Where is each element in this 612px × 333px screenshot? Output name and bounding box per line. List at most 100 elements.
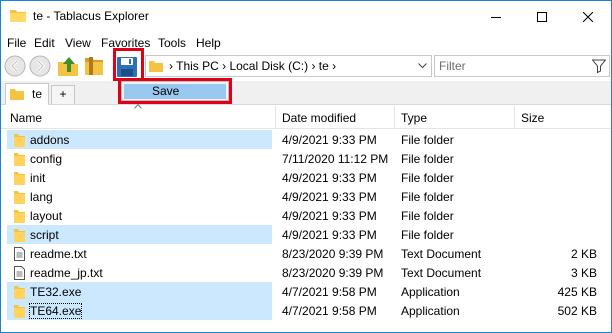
file-date: 4/7/2021 9:58 PM (282, 285, 377, 299)
menu-tools[interactable]: Tools (158, 36, 186, 50)
file-name[interactable]: lang (30, 190, 53, 204)
text-file-icon (14, 247, 25, 261)
menu-file[interactable]: File (7, 36, 26, 50)
file-row[interactable]: lang 4/9/2021 9:33 PM File folder (1, 187, 611, 206)
file-type: Application (401, 285, 460, 299)
file-row[interactable]: init 4/9/2021 9:33 PM File folder (1, 168, 611, 187)
folder-icon (14, 228, 25, 242)
column-divider[interactable] (514, 106, 515, 129)
maximize-button[interactable] (519, 1, 565, 32)
file-name[interactable]: config (30, 152, 62, 166)
file-date: 4/9/2021 9:33 PM (282, 133, 377, 147)
save-menu-highlight (118, 78, 232, 104)
file-row[interactable]: TE32.exe 4/7/2021 9:58 PM Application 425 K… (1, 282, 611, 301)
application-icon (14, 285, 25, 299)
file-row[interactable]: readme_jp.txt 8/23/2020 9:39 PM Text Docum… (1, 263, 611, 282)
column-type[interactable]: Type (401, 111, 427, 125)
file-size: 3 KB (570, 266, 597, 280)
new-tab-button[interactable]: + (51, 85, 75, 104)
folder-icon (10, 89, 24, 100)
application-icon (14, 304, 25, 318)
file-type: Application (401, 304, 460, 318)
file-name[interactable]: readme.txt (30, 247, 87, 261)
title-bar[interactable]: te - Tablacus Explorer (1, 1, 611, 32)
folder-icon (149, 61, 163, 72)
tab-strip: te + (1, 81, 611, 105)
filter-box[interactable]: Filter (434, 55, 610, 77)
file-date: 8/23/2020 9:39 PM (282, 266, 384, 280)
file-date: 4/9/2021 9:33 PM (282, 228, 377, 242)
folder-tree-icon[interactable] (82, 54, 106, 78)
explorer-window: te - Tablacus Explorer File Edit View Fa… (0, 0, 612, 333)
file-rows: addons 4/9/2021 9:33 PM File folder config 7… (1, 130, 611, 320)
file-type: Text Document (401, 266, 482, 280)
tab-label: te (32, 87, 43, 101)
file-type: File folder (401, 190, 454, 204)
forward-icon[interactable] (28, 54, 52, 78)
folder-icon (14, 152, 25, 166)
file-name[interactable]: init (30, 171, 45, 185)
file-date: 4/9/2021 9:33 PM (282, 171, 377, 185)
file-size: 2 KB (570, 247, 597, 261)
minimize-button[interactable] (473, 1, 519, 32)
file-type: Text Document (401, 247, 482, 261)
save-icon-highlight (113, 48, 144, 81)
file-list: Name Date modified Type Size addons 4/9/2… (1, 106, 611, 332)
column-size[interactable]: Size (521, 111, 544, 125)
file-name[interactable]: script (30, 228, 59, 242)
file-date: 4/9/2021 9:33 PM (282, 209, 377, 223)
text-file-icon (14, 266, 25, 280)
close-icon (583, 11, 593, 22)
menu-bar: File Edit View Favorites Tools Help (1, 34, 611, 52)
file-name[interactable]: layout (30, 209, 62, 223)
up-icon[interactable] (56, 54, 80, 78)
maximize-icon (537, 11, 547, 22)
column-divider[interactable] (275, 106, 276, 129)
file-date: 4/7/2021 9:58 PM (282, 304, 377, 318)
menu-edit[interactable]: Edit (34, 36, 55, 50)
file-type: File folder (401, 133, 454, 147)
file-row[interactable]: script 4/9/2021 9:33 PM File folder (1, 225, 611, 244)
file-name[interactable]: TE32.exe (30, 285, 81, 299)
back-icon[interactable] (3, 54, 27, 78)
file-name[interactable]: readme_jp.txt (30, 266, 103, 280)
file-name[interactable]: addons (30, 133, 69, 147)
close-button[interactable] (565, 1, 611, 32)
folder-icon (14, 171, 25, 185)
file-row[interactable]: addons 4/9/2021 9:33 PM File folder (1, 130, 611, 149)
file-type: File folder (401, 152, 454, 166)
chevron-down-icon (417, 63, 427, 69)
column-divider[interactable] (394, 106, 395, 129)
file-name[interactable]: TE64.exe (28, 303, 83, 319)
column-date[interactable]: Date modified (282, 111, 356, 125)
caret-icon (134, 104, 142, 109)
file-type: File folder (401, 228, 454, 242)
file-size: 425 KB (557, 285, 597, 299)
file-date: 7/11/2020 11:12 PM (282, 152, 389, 166)
menu-view[interactable]: View (65, 36, 91, 50)
file-row[interactable]: config 7/11/2020 11:12 PM File folder (1, 149, 611, 168)
list-header: Name Date modified Type Size (1, 106, 611, 129)
file-row[interactable]: layout 4/9/2021 9:33 PM File folder (1, 206, 611, 225)
folder-icon (14, 209, 25, 223)
folder-icon (14, 133, 25, 147)
file-row[interactable]: TE64.exe 4/7/2021 9:58 PM Application 502 K… (1, 301, 611, 320)
address-bar[interactable]: › This PC › Local Disk (C:) › te › (145, 55, 432, 77)
file-type: File folder (401, 171, 454, 185)
window-title: te - Tablacus Explorer (33, 9, 149, 23)
file-date: 8/23/2020 9:39 PM (282, 247, 384, 261)
address-path: › This PC › Local Disk (C:) › te › (169, 59, 337, 73)
tab-te[interactable]: te (5, 83, 49, 105)
folder-icon (14, 190, 25, 204)
filter-input[interactable]: Filter (439, 59, 466, 73)
file-type: File folder (401, 209, 454, 223)
file-date: 4/9/2021 9:33 PM (282, 190, 377, 204)
folder-icon (10, 10, 26, 22)
minimize-icon (491, 16, 501, 18)
file-size: 502 KB (557, 304, 597, 318)
address-dropdown[interactable] (413, 56, 431, 76)
file-row[interactable]: readme.txt 8/23/2020 9:39 PM Text Document… (1, 244, 611, 263)
column-name[interactable]: Name (10, 111, 42, 125)
menu-help[interactable]: Help (196, 36, 221, 50)
filter-icon[interactable] (592, 59, 606, 73)
